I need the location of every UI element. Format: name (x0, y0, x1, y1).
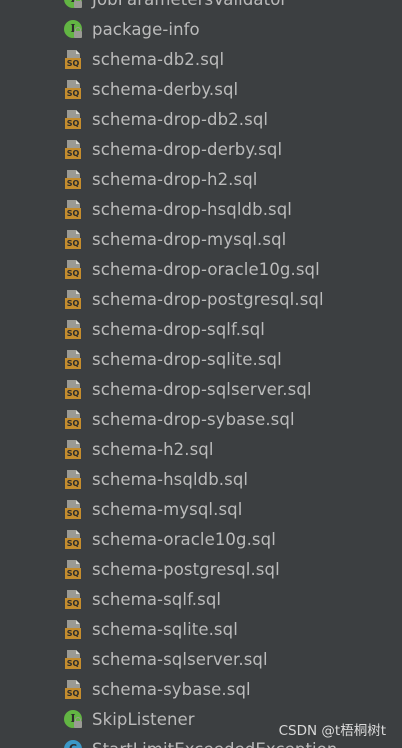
file-tree-item-label: schema-drop-sqlite.sql (92, 349, 282, 369)
file-tree-item[interactable]: SQ schema-drop-h2.sql (62, 164, 402, 194)
file-tree-item-label: schema-h2.sql (92, 439, 214, 459)
interface-icon: I (62, 708, 84, 730)
sql-file-icon: SQ (62, 78, 84, 100)
file-tree-item-label: schema-drop-h2.sql (92, 169, 258, 189)
file-tree-item-label: schema-oracle10g.sql (92, 529, 276, 549)
sql-file-icon: SQ (62, 378, 84, 400)
file-tree-item[interactable]: SQ schema-drop-derby.sql (62, 134, 402, 164)
file-tree-item-label: schema-drop-derby.sql (92, 139, 283, 159)
sql-file-icon: SQ (62, 138, 84, 160)
interface-icon: I (62, 0, 84, 10)
sql-file-icon: SQ (62, 678, 84, 700)
file-tree-item-label: schema-sybase.sql (92, 679, 251, 699)
sql-file-icon: SQ (62, 168, 84, 190)
file-tree-item[interactable]: SQ schema-drop-postgresql.sql (62, 284, 402, 314)
sql-file-icon: SQ (62, 498, 84, 520)
file-tree-item-label: schema-derby.sql (92, 79, 239, 99)
file-tree-item[interactable]: SQ schema-drop-mysql.sql (62, 224, 402, 254)
file-tree-item[interactable]: SQ schema-mysql.sql (62, 494, 402, 524)
file-tree-item-label: package-info (92, 19, 200, 39)
interface-icon: I (62, 18, 84, 40)
sql-file-icon: SQ (62, 468, 84, 490)
file-tree-item[interactable]: SQ schema-drop-sqlf.sql (62, 314, 402, 344)
file-tree-item-label: schema-drop-postgresql.sql (92, 289, 324, 309)
file-tree-item[interactable]: SQ schema-postgresql.sql (62, 554, 402, 584)
file-tree-item[interactable]: SQ schema-drop-oracle10g.sql (62, 254, 402, 284)
sql-file-icon: SQ (62, 198, 84, 220)
sql-file-icon: SQ (62, 108, 84, 130)
file-tree-item[interactable]: SQ schema-hsqldb.sql (62, 464, 402, 494)
sql-file-icon: SQ (62, 228, 84, 250)
file-tree-item[interactable]: SQ schema-drop-sqlserver.sql (62, 374, 402, 404)
file-tree-item[interactable]: SQ schema-sqlite.sql (62, 614, 402, 644)
file-tree-item-label: schema-hsqldb.sql (92, 469, 249, 489)
file-tree-item-label: schema-drop-hsqldb.sql (92, 199, 292, 219)
file-tree-item[interactable]: SQ schema-drop-sqlite.sql (62, 344, 402, 374)
file-tree-item-label: schema-sqlserver.sql (92, 649, 268, 669)
file-tree-item-label: schema-drop-db2.sql (92, 109, 269, 129)
file-tree-item[interactable]: Ipackage-info (62, 14, 402, 44)
file-tree-item-label: StartLimitExceededException (92, 740, 338, 748)
project-file-tree[interactable]: I JobParametersValidator Ipackage-info SQ sc… (0, 0, 402, 748)
file-tree-item[interactable]: SQ schema-drop-sybase.sql (62, 404, 402, 434)
sql-file-icon: SQ (62, 618, 84, 640)
file-tree-item-label: schema-drop-sqlf.sql (92, 319, 265, 339)
file-tree-item[interactable]: SQ schema-derby.sql (62, 74, 402, 104)
file-tree-item-label: schema-sqlf.sql (92, 589, 222, 609)
file-tree-item-label: schema-db2.sql (92, 49, 225, 69)
file-tree-item[interactable]: SQ schema-db2.sql (62, 44, 402, 74)
file-tree-item[interactable]: SQ schema-drop-db2.sql (62, 104, 402, 134)
file-tree-item-label: schema-drop-sqlserver.sql (92, 379, 312, 399)
file-tree-item[interactable]: I JobParametersValidator (62, 0, 402, 14)
sql-file-icon: SQ (62, 318, 84, 340)
file-tree-item-label: schema-mysql.sql (92, 499, 243, 519)
file-tree-item-label: schema-sqlite.sql (92, 619, 238, 639)
sql-file-icon: SQ (62, 438, 84, 460)
class-icon: C (62, 738, 84, 748)
file-tree-item[interactable]: SQ schema-h2.sql (62, 434, 402, 464)
sql-file-icon: SQ (62, 648, 84, 670)
file-tree-item[interactable]: SQ schema-sybase.sql (62, 674, 402, 704)
file-tree-item[interactable]: SQ schema-drop-hsqldb.sql (62, 194, 402, 224)
file-tree-item-label: SkipListener (92, 709, 195, 729)
file-tree-item[interactable]: SQ schema-oracle10g.sql (62, 524, 402, 554)
sql-file-icon: SQ (62, 258, 84, 280)
file-tree-item-label: schema-drop-oracle10g.sql (92, 259, 320, 279)
watermark-text: CSDN @t梧桐树t (278, 723, 386, 739)
file-tree-item-label: schema-drop-mysql.sql (92, 229, 287, 249)
file-tree-item[interactable]: SQ schema-sqlserver.sql (62, 644, 402, 674)
sql-file-icon: SQ (62, 408, 84, 430)
file-tree-item-label: schema-drop-sybase.sql (92, 409, 295, 429)
sql-file-icon: SQ (62, 48, 84, 70)
file-tree-item-label: JobParametersValidator (92, 0, 287, 9)
file-tree-item[interactable]: SQ schema-sqlf.sql (62, 584, 402, 614)
sql-file-icon: SQ (62, 588, 84, 610)
sql-file-icon: SQ (62, 528, 84, 550)
file-tree-item-label: schema-postgresql.sql (92, 559, 280, 579)
sql-file-icon: SQ (62, 288, 84, 310)
sql-file-icon: SQ (62, 558, 84, 580)
sql-file-icon: SQ (62, 348, 84, 370)
